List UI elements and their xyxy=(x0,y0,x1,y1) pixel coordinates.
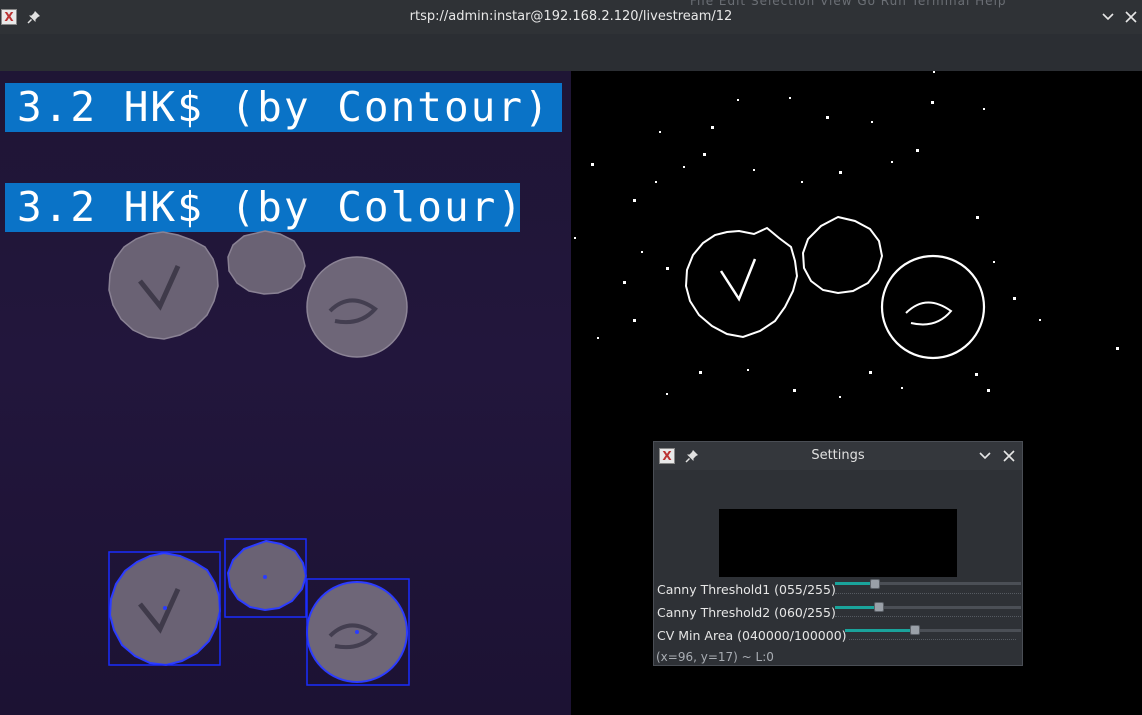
background-menu-bar: File Edit Selection View Go Run Terminal… xyxy=(690,0,1007,8)
settings-preview-image xyxy=(719,509,957,577)
minimize-chevron-icon[interactable] xyxy=(1101,10,1115,24)
slider-label-canny-threshold1: Canny Threshold1 (055/255) xyxy=(657,582,836,597)
window-title: rtsp://admin:instar@192.168.2.120/livest… xyxy=(409,9,733,24)
edge-contour-1-dollar xyxy=(801,215,884,295)
close-icon[interactable] xyxy=(1002,449,1016,463)
slider-handle[interactable] xyxy=(870,579,880,589)
coin-50-cent-top xyxy=(306,256,408,358)
settings-titlebar: X Settings xyxy=(654,442,1022,470)
slider-handle[interactable] xyxy=(910,625,920,635)
status-bar-text: (x=96, y=17) ~ L:0 xyxy=(656,650,774,664)
slider-label-cv-min-area: CV Min Area (040000/100000) xyxy=(657,628,847,643)
slider-label-canny-threshold2: Canny Threshold2 (060/255) xyxy=(657,605,836,620)
edge-contour-2-dollar xyxy=(684,226,799,339)
close-icon[interactable] xyxy=(1124,10,1138,24)
slider-handle[interactable] xyxy=(874,602,884,612)
edge-contour-50-cent xyxy=(880,254,986,360)
camera-feed-view: 3.2 HK$ (by Contour) 3.2 HK$ (by Colour) xyxy=(0,71,571,715)
centroid-dot-1 xyxy=(163,606,167,610)
window-titlebar: File Edit Selection View Go Run Terminal… xyxy=(0,0,1142,34)
coin-1-dollar-bottom xyxy=(226,539,308,612)
coin-scene xyxy=(108,230,410,686)
centroid-dot-3 xyxy=(355,630,359,634)
edge-noise xyxy=(574,71,1119,398)
edge-emblem xyxy=(905,301,953,326)
edge-emblem xyxy=(719,258,757,302)
settings-window: X Settings Canny Threshold1 (055/255) Ca… xyxy=(653,441,1023,666)
centroid-dot-2 xyxy=(263,575,267,579)
minimize-chevron-icon[interactable] xyxy=(978,449,992,463)
settings-title: Settings xyxy=(811,448,865,463)
coin-1-dollar-top xyxy=(227,230,306,295)
window-toolbar-area xyxy=(0,34,1142,71)
coin-2-dollar-top xyxy=(108,231,219,340)
